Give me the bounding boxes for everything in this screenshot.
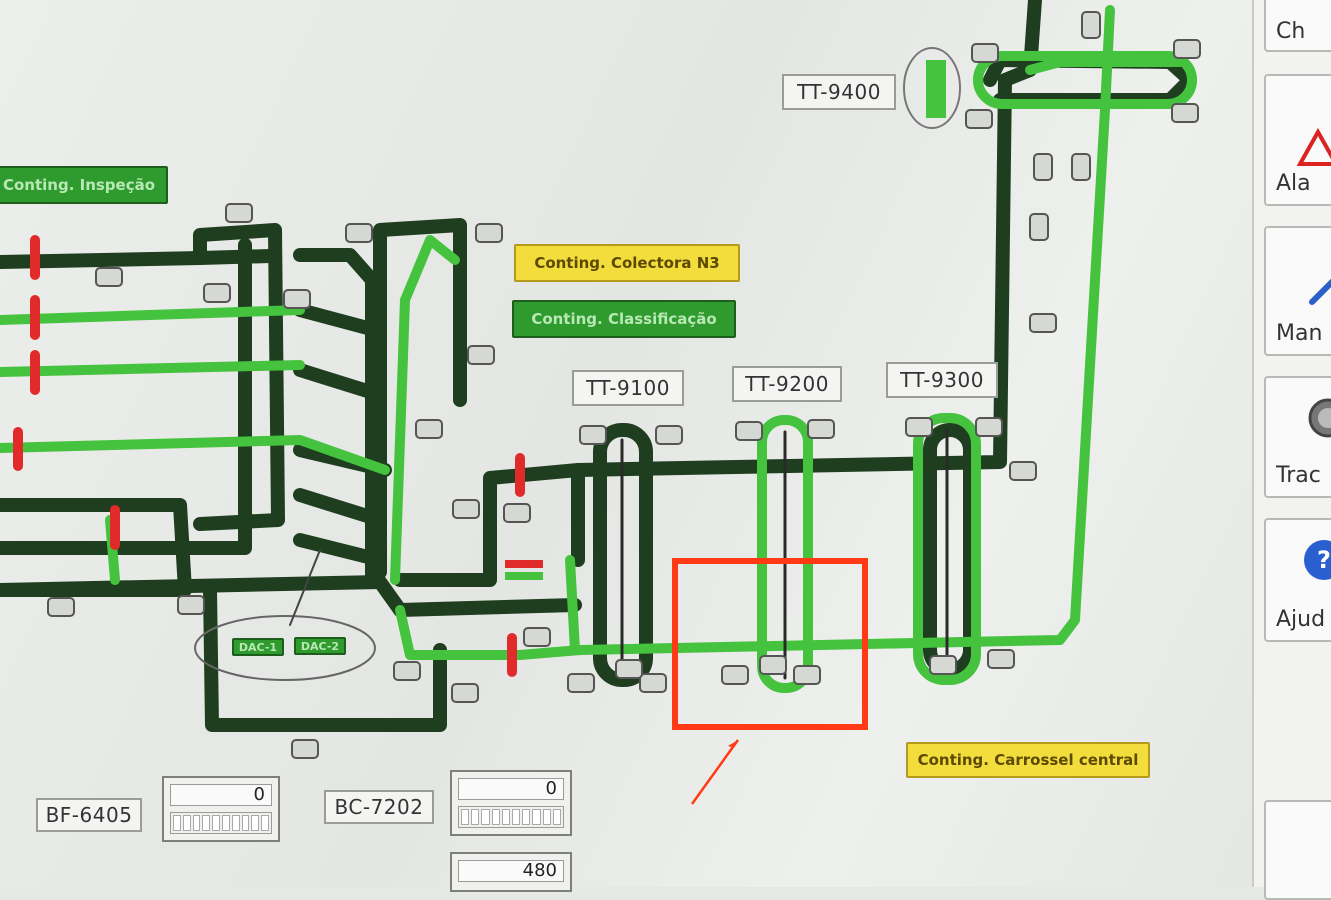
- sidebar-item-tracking[interactable]: Trac: [1264, 376, 1331, 498]
- manual-icon: [1309, 278, 1331, 305]
- right-sidebar: Ch Ala Man Trac ? Ajud: [1252, 0, 1331, 900]
- sidebar-item-manual[interactable]: Man: [1264, 226, 1331, 356]
- scada-screen: TT-9400 TT-9100 TT-9200 TT-9300 BF-6405 …: [0, 0, 1331, 892]
- sidebar-item-alarm[interactable]: Ala: [1264, 74, 1331, 206]
- sidebar-item-label: Ajud: [1276, 607, 1326, 632]
- sidebar-item-label: Trac: [1276, 463, 1321, 488]
- sidebar-item-extra[interactable]: [1264, 800, 1331, 900]
- sidebar-item-label: Ala: [1276, 171, 1311, 196]
- highlight-arrow: [690, 739, 740, 805]
- help-icon: ?: [1304, 540, 1331, 580]
- tracking-icon: [1308, 398, 1331, 438]
- svg-text:?: ?: [1317, 546, 1331, 574]
- sidebar-item-help[interactable]: ? Ajud: [1264, 518, 1331, 642]
- sidebar-item-label: Ch: [1276, 19, 1306, 44]
- sidebar-item-chart[interactable]: Ch: [1264, 0, 1331, 52]
- alarm-icon: [1296, 127, 1331, 166]
- sidebar-item-label: Man: [1276, 321, 1323, 346]
